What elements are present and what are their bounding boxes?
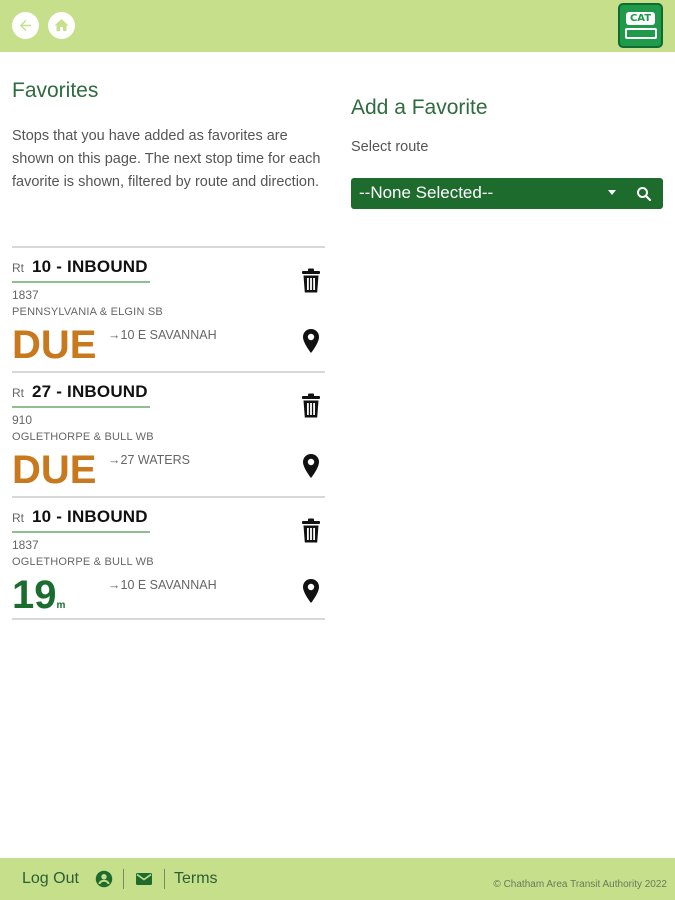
footer-divider xyxy=(164,869,165,889)
search-button[interactable] xyxy=(635,185,653,203)
trash-icon xyxy=(302,518,320,543)
route-heading: Rt 27 - INBOUND xyxy=(12,382,150,408)
delete-favorite-button[interactable] xyxy=(299,518,323,544)
copyright-text: © Chatham Area Transit Authority 2022 xyxy=(493,879,667,890)
map-pin-icon xyxy=(303,454,319,478)
footer-divider xyxy=(123,869,124,889)
caret-down-icon xyxy=(608,190,616,195)
mail-icon[interactable] xyxy=(136,872,152,886)
map-pin-icon xyxy=(303,329,319,353)
add-favorite-title: Add a Favorite xyxy=(351,96,488,119)
delete-favorite-button[interactable] xyxy=(299,268,323,294)
destination: →10 E SAVANNAH xyxy=(108,578,217,592)
route-select-value: --None Selected-- xyxy=(359,183,494,202)
favorites-intro: Stops that you have added as favorites a… xyxy=(12,128,321,190)
map-pin-button[interactable] xyxy=(301,578,321,604)
trash-icon xyxy=(302,393,320,418)
rt-label: Rt xyxy=(12,386,24,400)
terms-link[interactable]: Terms xyxy=(174,870,218,888)
destination: →27 WATERS xyxy=(108,453,190,467)
page-title: Favorites xyxy=(12,79,99,102)
home-icon xyxy=(54,19,69,32)
logo-text: CAT xyxy=(625,12,656,25)
map-pin-button[interactable] xyxy=(301,453,321,479)
arrival-value: 19 xyxy=(12,573,57,617)
delete-favorite-button[interactable] xyxy=(299,393,323,419)
route-name: 27 - INBOUND xyxy=(32,382,148,401)
arrow-left-icon xyxy=(19,19,32,32)
arrival-time: 19m xyxy=(12,572,65,629)
favorite-item[interactable]: Rt 27 - INBOUND 910 OGLETHORPE & BULL WB… xyxy=(12,373,325,498)
destination: →10 E SAVANNAH xyxy=(108,328,217,342)
map-pin-button[interactable] xyxy=(301,328,321,354)
route-select[interactable]: --None Selected-- xyxy=(351,178,663,209)
arrival-value: DUE xyxy=(12,323,97,367)
arrival-time: DUE xyxy=(12,322,96,379)
envelope-icon xyxy=(136,873,152,885)
arrival-unit: m xyxy=(56,600,66,611)
route-name: 10 - INBOUND xyxy=(32,257,148,276)
stop-number: 910 xyxy=(12,413,33,427)
favorite-item[interactable]: Rt 10 - INBOUND 1837 OGLETHORPE & BULL W… xyxy=(12,498,325,620)
route-name: 10 - INBOUND xyxy=(32,507,148,526)
arrival-time: DUE xyxy=(12,447,96,504)
logout-link[interactable]: Log Out xyxy=(22,870,79,888)
rt-label: Rt xyxy=(12,261,24,275)
map-pin-icon xyxy=(303,579,319,603)
trash-icon xyxy=(302,268,320,293)
stop-name: OGLETHORPE & BULL WB xyxy=(12,556,154,568)
route-heading: Rt 10 - INBOUND xyxy=(12,257,150,283)
top-bar: CAT xyxy=(0,0,675,52)
favorites-list: Rt 10 - INBOUND 1837 PENNSYLVANIA & ELGI… xyxy=(12,246,325,620)
search-icon xyxy=(637,187,652,202)
favorite-item[interactable]: Rt 10 - INBOUND 1837 PENNSYLVANIA & ELGI… xyxy=(12,248,325,373)
back-button[interactable] xyxy=(12,12,39,39)
footer: Log Out Terms © Chatham Area Transit Aut… xyxy=(0,858,675,900)
user-circle-icon xyxy=(95,870,113,888)
route-heading: Rt 10 - INBOUND xyxy=(12,507,150,533)
stop-name: OGLETHORPE & BULL WB xyxy=(12,431,154,443)
select-route-label: Select route xyxy=(351,139,429,155)
cat-logo[interactable]: CAT xyxy=(618,3,663,48)
rt-label: Rt xyxy=(12,511,24,525)
bus-icon xyxy=(624,28,657,39)
home-button[interactable] xyxy=(48,12,75,39)
stop-name: PENNSYLVANIA & ELGIN SB xyxy=(12,306,163,318)
stop-number: 1837 xyxy=(12,288,39,302)
arrival-value: DUE xyxy=(12,448,97,492)
account-icon[interactable] xyxy=(95,870,113,888)
stop-number: 1837 xyxy=(12,538,39,552)
